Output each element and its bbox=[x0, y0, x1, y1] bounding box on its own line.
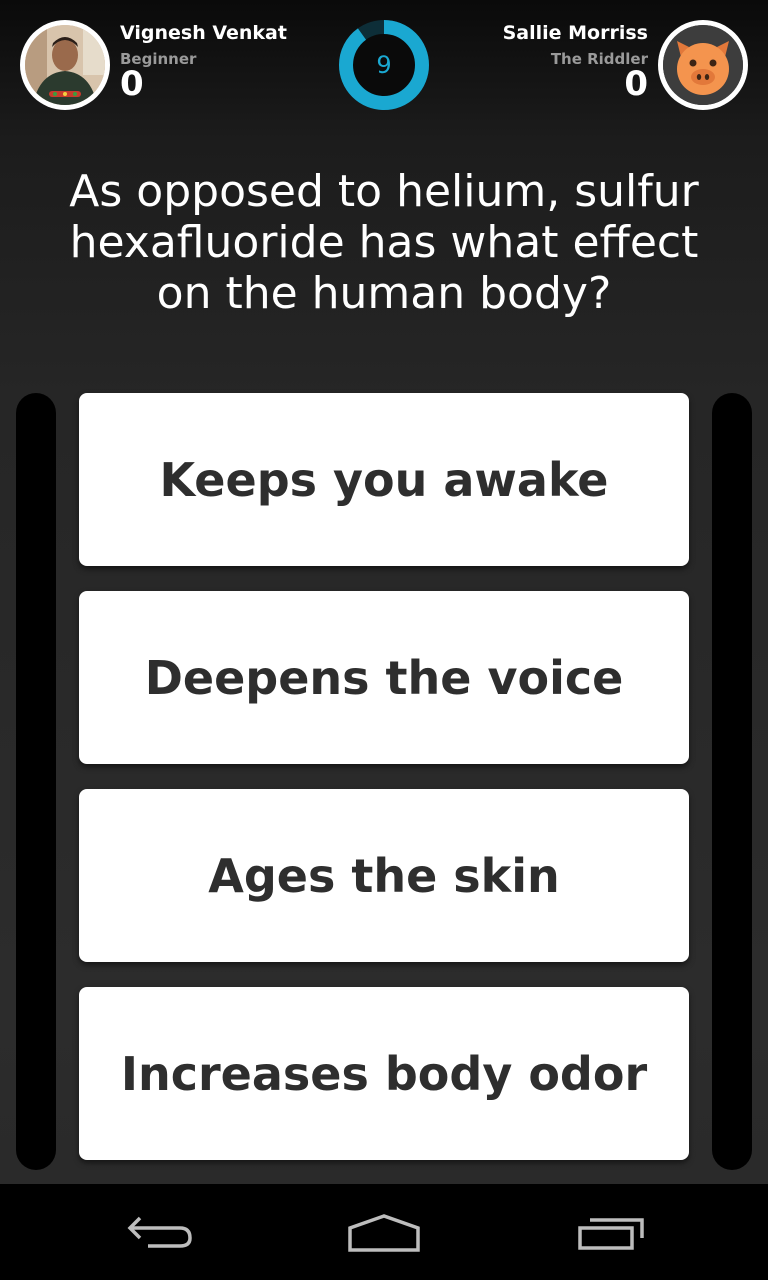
answer-button-1[interactable]: Keeps you awake bbox=[79, 393, 689, 566]
pig-icon bbox=[663, 25, 743, 105]
question-text: As opposed to helium, sulfur hexafluorid… bbox=[69, 166, 699, 319]
left-side-rail bbox=[16, 393, 56, 1170]
answer-button-4[interactable]: Increases body odor bbox=[79, 987, 689, 1160]
back-button[interactable] bbox=[120, 1204, 200, 1260]
game-header: Vignesh Venkat Beginner 0 9 Sallie Morri… bbox=[0, 0, 768, 130]
answer-button-2[interactable]: Deepens the voice bbox=[79, 591, 689, 764]
player2-avatar[interactable] bbox=[658, 20, 748, 110]
answer-button-3[interactable]: Ages the skin bbox=[79, 789, 689, 962]
player2-name: Sallie Morriss bbox=[502, 22, 648, 44]
player1-avatar[interactable] bbox=[20, 20, 110, 110]
player1-photo bbox=[25, 25, 105, 105]
recent-apps-icon bbox=[578, 1218, 644, 1250]
player1-score: 0 bbox=[120, 64, 144, 104]
home-button[interactable] bbox=[344, 1204, 424, 1260]
home-icon bbox=[348, 1214, 420, 1252]
timer-seconds: 9 bbox=[376, 51, 392, 79]
back-icon bbox=[127, 1216, 192, 1248]
recent-apps-button[interactable] bbox=[570, 1204, 650, 1260]
player2-score: 0 bbox=[624, 64, 648, 104]
player1-name: Vignesh Venkat bbox=[120, 22, 287, 44]
system-nav-bar bbox=[0, 1184, 768, 1280]
countdown-timer: 9 bbox=[339, 20, 429, 110]
right-side-rail bbox=[712, 393, 752, 1170]
